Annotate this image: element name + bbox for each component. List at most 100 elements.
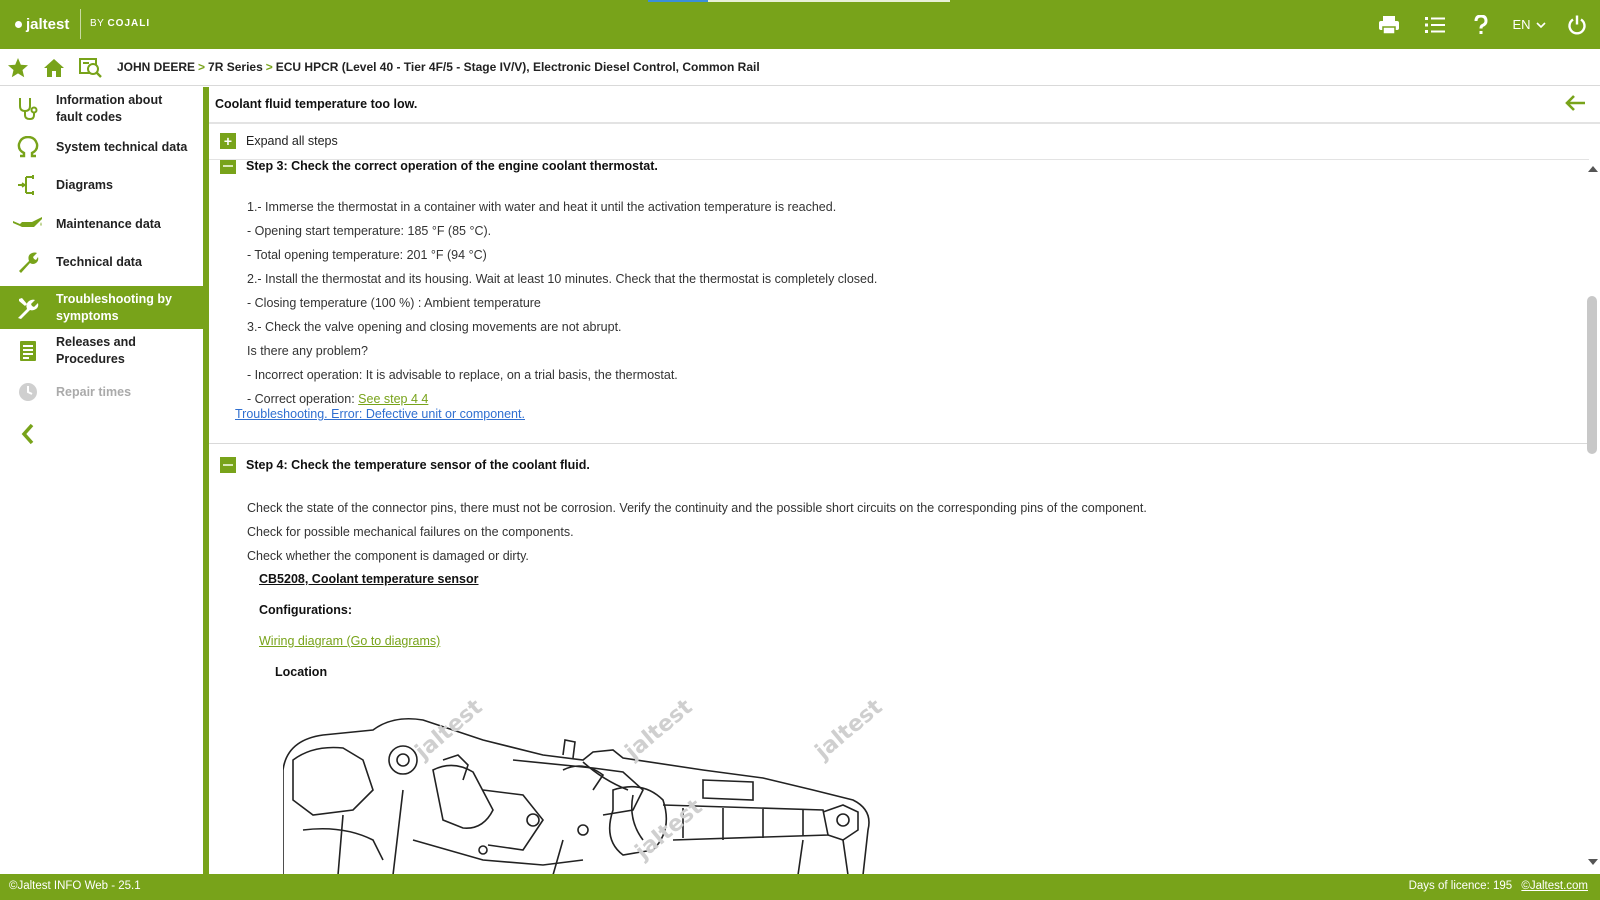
breadcrumb-separator: > — [265, 60, 273, 74]
loading-progress-track — [708, 0, 950, 2]
loading-progress — [648, 0, 708, 2]
plus-icon: + — [220, 133, 236, 149]
jaltest-logo[interactable]: jaltest — [15, 16, 69, 33]
chevron-left-icon — [0, 423, 56, 445]
wiring-diagram-link[interactable]: Wiring diagram (Go to diagrams) — [259, 634, 440, 648]
step-text: Check the state of the connector pins, t… — [247, 501, 1147, 515]
correct-operation-label: - Correct operation: — [247, 392, 359, 406]
collapse-sidebar-button[interactable] — [0, 416, 56, 452]
step-text: Check for possible mechanical failures o… — [247, 525, 574, 539]
language-label: EN — [1512, 17, 1531, 32]
step-text: - Incorrect operation: It is advisable t… — [247, 368, 678, 382]
troubleshooting-error-link[interactable]: Troubleshooting. Error: Defective unit o… — [235, 407, 525, 421]
step-text: - Total opening temperature: 201 °F (94 … — [247, 248, 487, 262]
sidebar-item-releases-procedures[interactable]: Releases and Procedures — [0, 332, 203, 370]
print-button[interactable] — [1366, 0, 1412, 49]
scrollbar-thumb[interactable] — [1587, 296, 1597, 454]
tools-icon — [0, 296, 56, 320]
logo-text: jaltest — [26, 16, 70, 33]
power-icon — [1568, 15, 1586, 34]
sidebar-item-repair-times: Repair times — [0, 375, 203, 409]
see-step-4-link[interactable]: See step 4 4 — [358, 392, 428, 406]
clock-icon — [0, 382, 56, 402]
watermark-text: jaltest — [410, 700, 488, 765]
step-text: - Opening start temperature: 185 °F (85 … — [247, 224, 492, 238]
licence-info: Days of licence: 195 ©Jaltest.com — [1409, 880, 1588, 892]
jaltest-site-link[interactable]: ©Jaltest.com — [1521, 880, 1588, 892]
arrow-left-icon — [1565, 95, 1585, 111]
help-button[interactable] — [1458, 0, 1504, 49]
scroll-down-icon — [1588, 859, 1598, 865]
header-actions: EN — [1366, 0, 1600, 49]
sidebar-item-technical-data[interactable]: Technical data — [0, 245, 203, 279]
page-title: Coolant fluid temperature too low. — [215, 97, 418, 111]
oil-can-icon — [0, 215, 56, 233]
scroll-up-icon — [1588, 166, 1598, 172]
step-3-header[interactable]: Step 3: Check the correct operation of t… — [220, 160, 658, 174]
sidebar-item-system-technical-data[interactable]: System technical data — [0, 130, 203, 164]
sidebar-item-label: Diagrams — [56, 177, 113, 192]
content-scrollbar[interactable] — [1586, 160, 1600, 874]
sidebar-item-label: Information about fault codes — [56, 92, 163, 124]
breadcrumb: JOHN DEERE >7R Series > ECU HPCR (Level 40 … — [117, 60, 760, 74]
sidebar-item-label: Technical data — [56, 254, 142, 269]
stethoscope-icon — [0, 97, 56, 121]
list-button[interactable] — [1412, 0, 1458, 49]
step-text: 3.- Check the valve opening and closing … — [247, 320, 622, 334]
logo-dot-icon — [15, 21, 22, 28]
breadcrumb-system[interactable]: ECU HPCR (Level 40 - Tier 4F/5 - Stage I… — [276, 60, 760, 74]
home-button[interactable] — [42, 56, 66, 80]
component-name: CB5208, Coolant temperature sensor — [259, 572, 479, 586]
sidebar-item-troubleshooting[interactable]: Troubleshooting by symptoms — [0, 286, 203, 329]
collapse-icon — [220, 457, 236, 473]
licence-days: Days of licence: 195 — [1408, 880, 1513, 892]
expand-all-label: Expand all steps — [246, 134, 338, 148]
title-divider — [209, 122, 1600, 124]
chevron-down-icon — [1535, 21, 1546, 28]
print-icon — [1379, 15, 1399, 35]
sidebar-item-label: Maintenance data — [56, 216, 161, 231]
configurations-label: Configurations: — [259, 603, 353, 617]
document-icon — [0, 340, 56, 362]
main-content: Coolant fluid temperature too low. + Exp… — [209, 87, 1600, 874]
language-selector[interactable]: EN — [1504, 0, 1554, 49]
step-title: Step 4: Check the temperature sensor of … — [246, 458, 590, 472]
brand-byline: BY COJALI — [90, 18, 150, 29]
step-4-header[interactable]: Step 4: Check the temperature sensor of … — [220, 457, 590, 473]
location-label: Location — [275, 665, 328, 679]
step-title: Step 3: Check the correct operation of t… — [246, 160, 658, 173]
sidebar-item-fault-codes[interactable]: Information about fault codes — [0, 90, 203, 127]
sidebar-item-label: Releases and Procedures — [56, 335, 136, 366]
power-button[interactable] — [1554, 0, 1600, 49]
step-text: 1.- Immerse the thermostat in a containe… — [247, 200, 837, 214]
breadcrumb-model[interactable]: 7R Series — [208, 60, 263, 74]
sidebar-item-label: System technical data — [56, 139, 188, 154]
top-bar: jaltest BY COJALI EN — [0, 0, 1600, 49]
step-text: - Closing temperature (100 %) : Ambient … — [247, 296, 541, 310]
step-divider — [209, 443, 1589, 444]
vehicle-search-button[interactable] — [79, 56, 103, 80]
by-label: BY — [90, 18, 105, 29]
step-text: Is there any problem? — [247, 344, 368, 358]
sidebar: Information about fault codes System tec… — [0, 87, 203, 874]
wrench-icon — [0, 251, 56, 273]
breadcrumb-separator: > — [198, 60, 206, 74]
sidebar-item-label: Repair times — [56, 384, 132, 399]
diagram-icon — [0, 173, 56, 197]
footer: ©Jaltest INFO Web - 25.1 Days of licence… — [0, 874, 1600, 900]
steps-content: Step 3: Check the correct operation of t… — [209, 160, 1589, 874]
home-icon — [44, 59, 64, 77]
sidebar-item-diagrams[interactable]: Diagrams — [0, 168, 203, 202]
breadcrumb-make[interactable]: JOHN DEERE — [117, 60, 195, 74]
collapse-icon — [220, 160, 236, 174]
help-icon — [1474, 14, 1488, 34]
step-text: - Correct operation: See step 4 4 — [247, 392, 428, 406]
favorites-button[interactable] — [6, 56, 30, 80]
sidebar-item-label: Troubleshooting by symptoms — [56, 291, 172, 323]
vehicle-search-icon — [79, 58, 102, 78]
sidebar-item-maintenance-data[interactable]: Maintenance data — [0, 207, 203, 241]
watermark-text: jaltest — [620, 700, 698, 765]
back-button[interactable] — [1564, 94, 1586, 115]
expand-all-steps[interactable]: + Expand all steps — [220, 133, 338, 149]
watermark-text: jaltest — [810, 700, 888, 765]
